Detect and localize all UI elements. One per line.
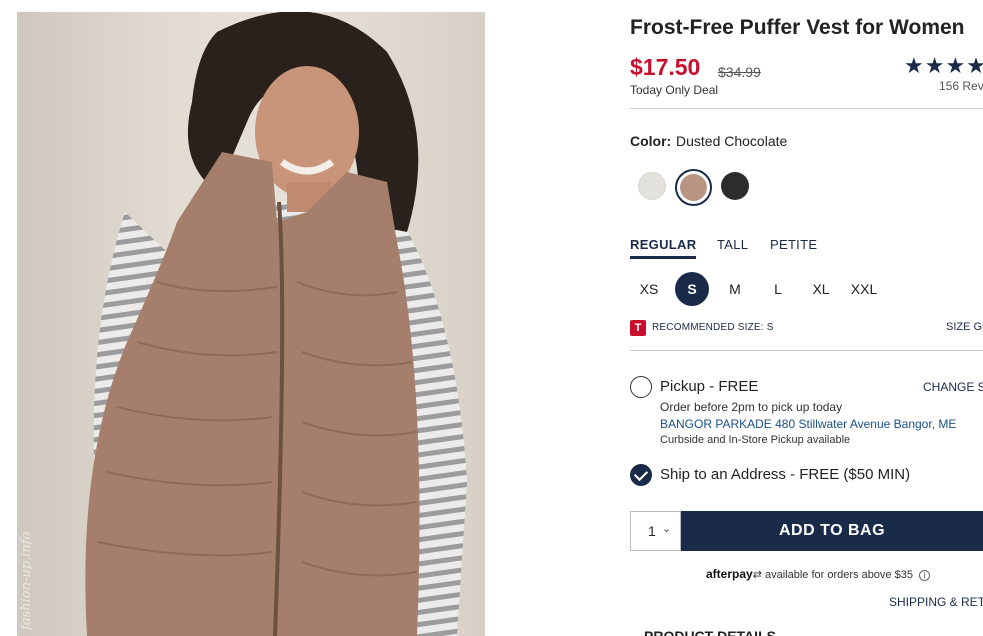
shipping-returns-link[interactable]: SHIPPING & RETU <box>889 595 983 609</box>
sale-price: $17.50 <box>630 54 701 80</box>
product-title: Frost-Free Puffer Vest for Women <box>630 16 965 39</box>
ship-radio[interactable] <box>630 464 652 486</box>
divider <box>630 108 983 109</box>
info-icon[interactable]: i <box>919 570 931 581</box>
change-store-link[interactable]: CHANGE ST <box>923 380 983 394</box>
afterpay-arrows-icon: ⇄ <box>752 569 762 581</box>
pickup-note: Order before 2pm to pick up today <box>660 400 843 414</box>
quantity-select[interactable]: 1 ⌄ <box>630 511 681 551</box>
chevron-down-icon: ⌄ <box>662 523 672 535</box>
swatch-dusted-chocolate[interactable] <box>680 174 707 201</box>
afterpay-text: available for orders above $35 <box>764 569 913 581</box>
swatch-black[interactable] <box>721 172 749 200</box>
rating-stars[interactable]: ★★★★ <box>904 53 983 79</box>
divider <box>630 350 983 351</box>
size-guide-link[interactable]: SIZE GU <box>946 321 983 333</box>
swatch-cream[interactable] <box>638 172 666 200</box>
product-photo-illustration <box>85 12 467 636</box>
tab-tall[interactable]: TALL <box>717 237 748 252</box>
size-xxl[interactable]: XXL <box>847 272 881 306</box>
ship-label: Ship to an Address - FREE ($50 MIN) <box>660 466 911 483</box>
afterpay-logo: afterpay <box>706 567 753 581</box>
size-l[interactable]: L <box>761 272 795 306</box>
recommended-size-link[interactable]: RECOMMENDED SIZE: S <box>652 322 774 333</box>
product-details-toggle[interactable]: PRODUCT DETAILS <box>644 628 776 636</box>
product-image[interactable]: fashion-up.info <box>17 12 485 636</box>
tab-petite[interactable]: PETITE <box>770 237 817 252</box>
size-m[interactable]: M <box>718 272 752 306</box>
image-watermark: fashion-up.info <box>19 531 34 630</box>
size-s[interactable]: S <box>675 272 709 306</box>
original-price: $34.99 <box>718 64 761 80</box>
quantity-value: 1 <box>648 523 656 539</box>
size-xs[interactable]: XS <box>632 272 666 306</box>
tab-regular[interactable]: REGULAR <box>630 237 697 259</box>
store-address[interactable]: BANGOR PARKADE 480 Stillwater Avenue Ban… <box>660 417 956 431</box>
size-xl[interactable]: XL <box>804 272 838 306</box>
product-details-panel: Frost-Free Puffer Vest for Women $17.50 … <box>630 0 983 636</box>
color-label: Color: <box>630 133 672 149</box>
true-fit-icon: T <box>630 320 646 336</box>
add-to-bag-button[interactable]: ADD TO BAG <box>681 511 983 551</box>
pickup-radio[interactable] <box>630 376 652 398</box>
curbside-note: Curbside and In-Store Pickup available <box>660 434 851 446</box>
deal-label: Today Only Deal <box>630 83 719 97</box>
selected-color-name: Dusted Chocolate <box>676 133 788 149</box>
pickup-label: Pickup - FREE <box>660 378 759 395</box>
reviews-link[interactable]: 156 Rev <box>939 79 983 93</box>
afterpay-message: afterpay⇄ available for orders above $35… <box>706 567 931 581</box>
